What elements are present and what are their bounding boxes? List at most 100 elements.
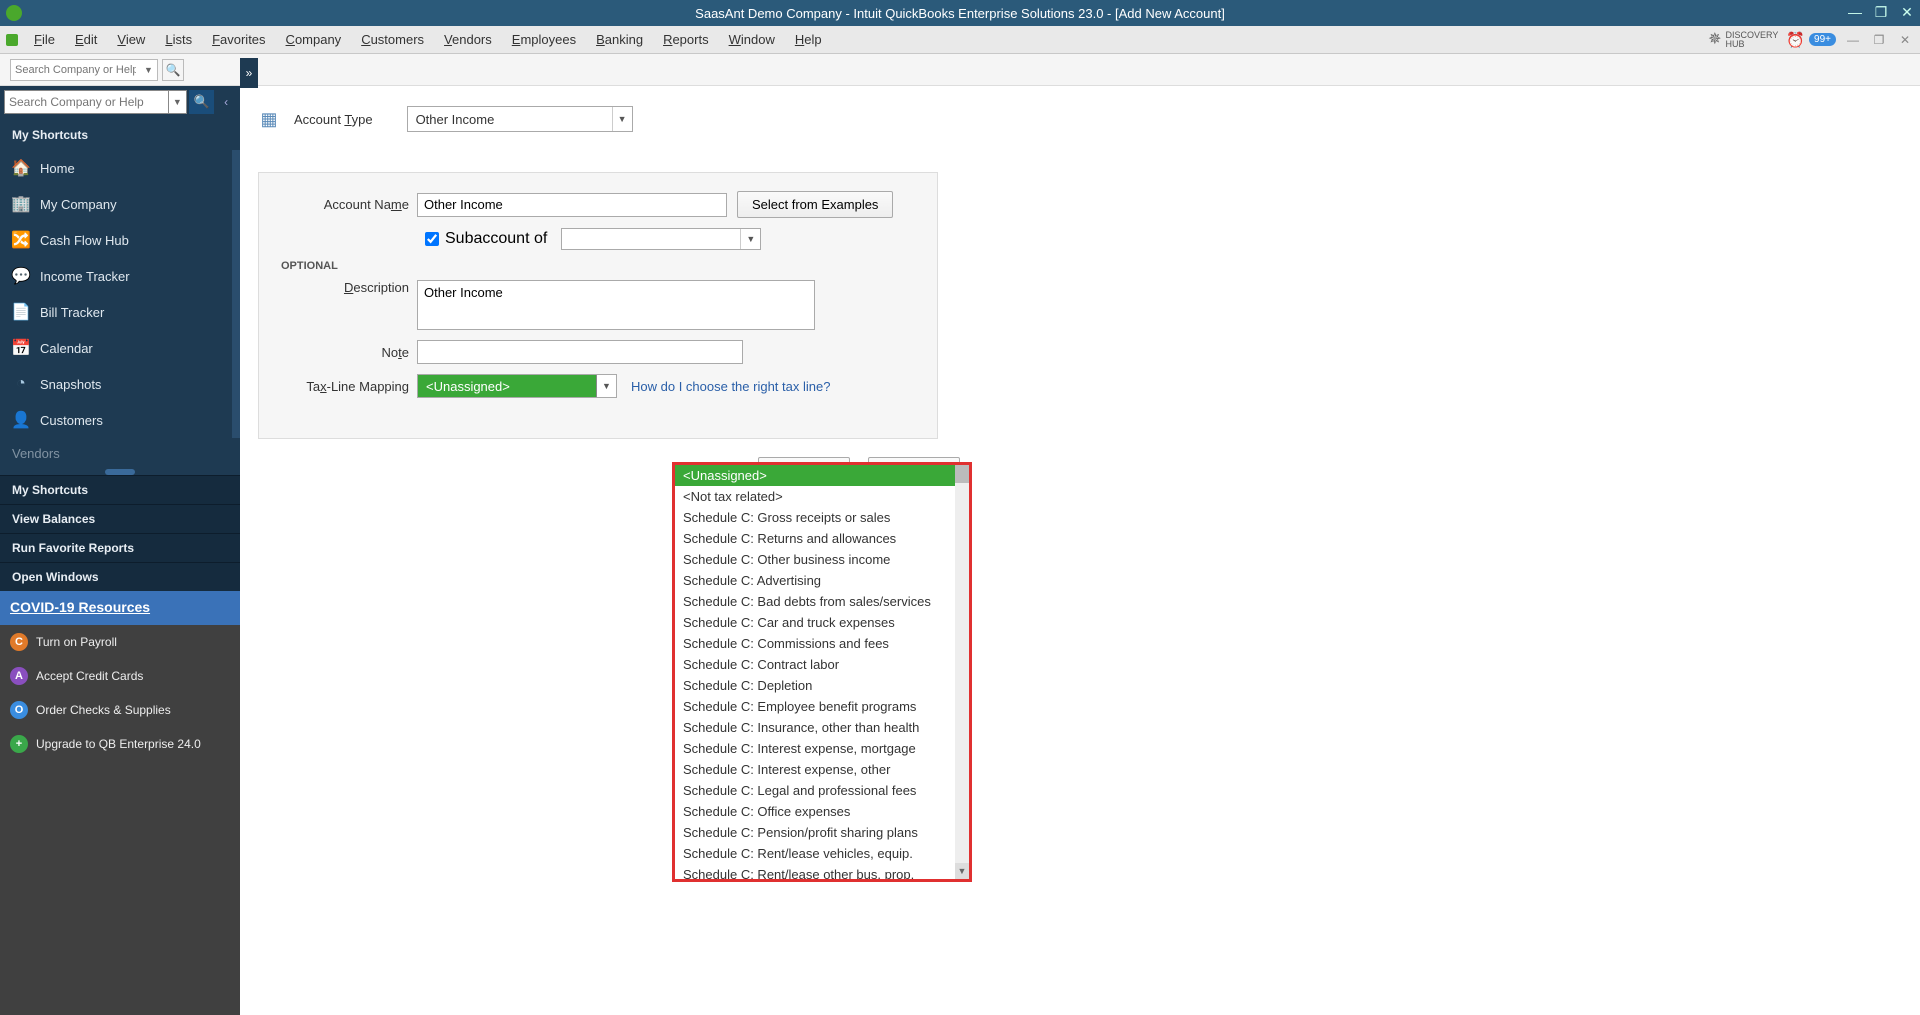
select-examples-button[interactable]: Select from Examples	[737, 191, 893, 218]
account-type-value: Other Income	[408, 112, 612, 127]
promo-turn-on-payroll[interactable]: CTurn on Payroll	[0, 625, 240, 659]
sidebar-item-income-tracker[interactable]: 💬Income Tracker	[0, 258, 240, 294]
account-name-input[interactable]	[417, 193, 727, 217]
note-input[interactable]	[417, 340, 743, 364]
tax-option[interactable]: Schedule C: Legal and professional fees	[675, 780, 969, 801]
tax-line-dropdown-list[interactable]: <Unassigned><Not tax related>Schedule C:…	[672, 462, 972, 882]
sidebar-tab-my-shortcuts[interactable]: My Shortcuts	[0, 475, 240, 504]
sidebar-search-button[interactable]: 🔍	[189, 90, 215, 114]
menu-customers[interactable]: Customers	[351, 28, 434, 51]
chevron-down-icon[interactable]: ▼	[740, 229, 760, 249]
tax-option[interactable]: Schedule C: Advertising	[675, 570, 969, 591]
toolbar-search-button[interactable]: 🔍	[162, 59, 184, 81]
maximize-button[interactable]: ❐	[1872, 4, 1890, 22]
sidebar-item-label: Calendar	[40, 341, 93, 356]
sidebar-tab-view-balances[interactable]: View Balances	[0, 504, 240, 533]
tax-option[interactable]: <Not tax related>	[675, 486, 969, 507]
optional-label: OPTIONAL	[281, 260, 919, 272]
account-name-label: Account Name	[277, 197, 417, 212]
promo-order-checks-supplies[interactable]: OOrder Checks & Supplies	[0, 693, 240, 727]
menu-employees[interactable]: Employees	[502, 28, 586, 51]
inner-minimize-button[interactable]: —	[1844, 33, 1862, 47]
sidebar-item-my-company[interactable]: 🏢My Company	[0, 186, 240, 222]
scrollbar-thumb[interactable]	[955, 465, 969, 483]
tax-option[interactable]: Schedule C: Gross receipts or sales	[675, 507, 969, 528]
promo-upgrade-to-qb-enterprise-24-0[interactable]: + Upgrade to QB Enterprise 24.0	[0, 727, 240, 761]
tax-option[interactable]: Schedule C: Contract labor	[675, 654, 969, 675]
tax-option[interactable]: Schedule C: Rent/lease other bus. prop.	[675, 864, 969, 882]
sidebar: ▼ 🔍 ‹ My Shortcuts 🏠Home🏢My Company🔀Cash…	[0, 86, 240, 1015]
menu-edit[interactable]: Edit	[65, 28, 107, 51]
menu-view[interactable]: View	[107, 28, 155, 51]
tax-option[interactable]: Schedule C: Commissions and fees	[675, 633, 969, 654]
tax-line-help-link[interactable]: How do I choose the right tax line?	[631, 379, 830, 394]
discovery-hub-button[interactable]: ✵ DISCOVERYHUB	[1708, 31, 1778, 49]
close-button[interactable]: ✕	[1898, 4, 1916, 22]
menu-lists[interactable]: Lists	[155, 28, 202, 51]
chevron-down-icon[interactable]: ▼	[612, 107, 632, 131]
sidebar-search-input[interactable]	[4, 90, 169, 114]
account-type-combo[interactable]: Other Income ▼	[407, 106, 633, 132]
tax-option[interactable]: <Unassigned>	[675, 465, 969, 486]
menu-file[interactable]: File	[24, 28, 65, 51]
menu-favorites[interactable]: Favorites	[202, 28, 275, 51]
sidebar-tab-run-favorite-reports[interactable]: Run Favorite Reports	[0, 533, 240, 562]
scrollbar-down-button[interactable]: ▼	[955, 863, 969, 879]
promo-icon: +	[10, 735, 28, 753]
title-bar: SaasAnt Demo Company - Intuit QuickBooks…	[0, 0, 1920, 26]
reminders-button[interactable]: ⏰ 99+	[1786, 31, 1836, 49]
tax-option[interactable]: Schedule C: Employee benefit programs	[675, 696, 969, 717]
sidebar-collapse-button[interactable]: ‹	[216, 90, 236, 114]
sidebar-item-customers[interactable]: 👤Customers	[0, 402, 240, 438]
tax-option[interactable]: Schedule C: Depletion	[675, 675, 969, 696]
sidebar-item-calendar[interactable]: 📅Calendar	[0, 330, 240, 366]
menu-reports[interactable]: Reports	[653, 28, 719, 51]
covid-resources-bar[interactable]: COVID-19 Resources	[0, 591, 240, 625]
tax-option[interactable]: Schedule C: Insurance, other than health	[675, 717, 969, 738]
inner-restore-button[interactable]: ❐	[1870, 33, 1888, 47]
menu-help[interactable]: Help	[785, 28, 832, 51]
sidebar-item-vendors-peek[interactable]: Vendors	[0, 438, 240, 469]
tax-option[interactable]: Schedule C: Office expenses	[675, 801, 969, 822]
tax-option[interactable]: Schedule C: Car and truck expenses	[675, 612, 969, 633]
sidebar-search-dropdown[interactable]: ▼	[169, 90, 187, 114]
tax-option[interactable]: Schedule C: Other business income	[675, 549, 969, 570]
sidebar-item-bill-tracker[interactable]: 📄Bill Tracker	[0, 294, 240, 330]
tax-option[interactable]: Schedule C: Rent/lease vehicles, equip.	[675, 843, 969, 864]
tax-option[interactable]: Schedule C: Interest expense, mortgage	[675, 738, 969, 759]
minimize-button[interactable]: —	[1846, 4, 1864, 22]
menu-company[interactable]: Company	[276, 28, 352, 51]
sidebar-item-cash-flow-hub[interactable]: 🔀Cash Flow Hub	[0, 222, 240, 258]
sidebar-item-home[interactable]: 🏠Home	[0, 150, 240, 186]
description-input[interactable]: Other Income	[417, 280, 815, 330]
promo-accept-credit-cards[interactable]: AAccept Credit Cards	[0, 659, 240, 693]
sidebar-tab-open-windows[interactable]: Open Windows	[0, 562, 240, 591]
panel-expander[interactable]: »	[240, 58, 258, 88]
sidebar-resize-handle[interactable]	[105, 469, 135, 475]
menu-window[interactable]: Window	[719, 28, 785, 51]
tax-option[interactable]: Schedule C: Pension/profit sharing plans	[675, 822, 969, 843]
tax-option[interactable]: Schedule C: Bad debts from sales/service…	[675, 591, 969, 612]
toolbar-search-dropdown[interactable]: ▼	[140, 59, 158, 81]
subaccount-combo[interactable]: ▼	[561, 228, 761, 250]
sidebar-item-label: Snapshots	[40, 377, 101, 392]
chevron-down-icon[interactable]: ▼	[596, 375, 616, 397]
sidebar-item-label: Bill Tracker	[40, 305, 104, 320]
inner-close-button[interactable]: ✕	[1896, 33, 1914, 47]
menu-vendors[interactable]: Vendors	[434, 28, 502, 51]
dropdown-scrollbar[interactable]: ▼	[955, 465, 969, 879]
menu-banking[interactable]: Banking	[586, 28, 653, 51]
toolbar-search-input[interactable]	[10, 59, 140, 81]
sidebar-item-snapshots[interactable]: ◔Snapshots	[0, 366, 240, 402]
tax-option[interactable]: Schedule C: Returns and allowances	[675, 528, 969, 549]
subaccount-label: Subaccount of	[445, 230, 547, 248]
tax-line-combo[interactable]: <Unassigned> ▼	[417, 374, 617, 398]
sidebar-scrollbar[interactable]	[232, 150, 240, 438]
promo-label: Upgrade to QB Enterprise 24.0	[36, 737, 201, 751]
reminders-badge: 99+	[1809, 33, 1836, 46]
covid-resources-link[interactable]: COVID-19 Resources	[10, 599, 150, 615]
lightbulb-icon: ✵	[1708, 32, 1721, 48]
grid-icon[interactable]: ▦	[258, 109, 280, 129]
tax-option[interactable]: Schedule C: Interest expense, other	[675, 759, 969, 780]
subaccount-checkbox[interactable]	[425, 232, 439, 246]
